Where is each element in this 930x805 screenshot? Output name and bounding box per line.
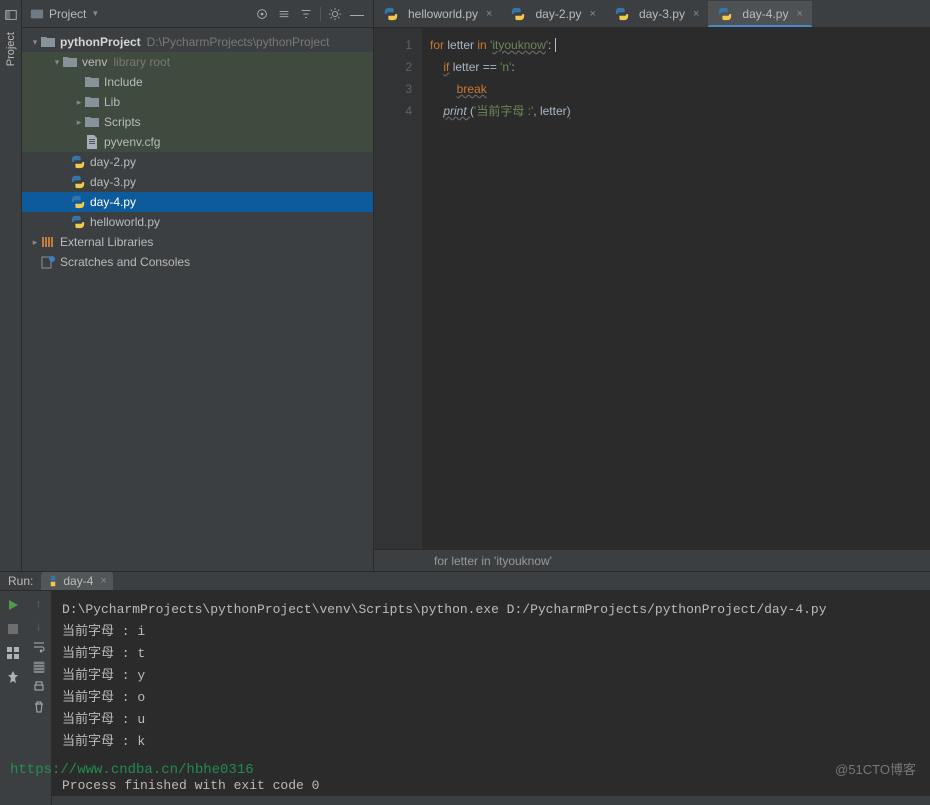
python-icon	[47, 575, 59, 587]
folder-icon	[62, 55, 78, 69]
trash-icon[interactable]	[33, 701, 45, 713]
editor-tab-bar: helloworld.py×day-2.py×day-3.py×day-4.py…	[374, 0, 930, 28]
editor-tab[interactable]: helloworld.py×	[374, 1, 501, 27]
run-config-tab[interactable]: day-4 ×	[41, 572, 112, 590]
pin-icon[interactable]	[5, 669, 21, 685]
tree-external-libs[interactable]: ▸ External Libraries	[22, 232, 373, 252]
python-file-icon	[717, 7, 733, 21]
close-icon[interactable]: ×	[100, 575, 106, 587]
editor-gutter: 1234	[374, 28, 422, 549]
left-tool-rail: Project	[0, 0, 22, 571]
watermark-right: @51CTO博客	[835, 759, 916, 778]
layout-icon[interactable]	[5, 645, 21, 661]
tree-file[interactable]: day-2.py	[22, 152, 373, 172]
close-icon[interactable]: ×	[796, 8, 802, 20]
breadcrumb-bar[interactable]: for letter in 'ityouknow'	[374, 549, 930, 571]
print-icon[interactable]	[33, 681, 45, 693]
project-tool-tab[interactable]: Project	[5, 26, 17, 72]
code-editor[interactable]: for letter in 'ityouknow': if letter == …	[422, 28, 930, 549]
python-file-icon	[70, 195, 86, 209]
python-file-icon	[383, 7, 399, 21]
scratches-icon	[40, 255, 56, 269]
project-panel: Project ▼ — ▾ pythonProject D:\PycharmPr…	[22, 0, 374, 571]
scroll-to-end-icon[interactable]	[33, 661, 45, 673]
tree-file[interactable]: helloworld.py	[22, 212, 373, 232]
editor-tab[interactable]: day-4.py×	[708, 1, 811, 27]
close-icon[interactable]: ×	[693, 8, 699, 20]
venv-hint: library root	[113, 55, 170, 69]
chevron-down-icon: ▼	[91, 9, 99, 18]
project-root-path: D:\PycharmProjects\pythonProject	[147, 35, 330, 49]
editor-area: helloworld.py×day-2.py×day-3.py×day-4.py…	[374, 0, 930, 571]
tree-project-root[interactable]: ▾ pythonProject D:\PycharmProjects\pytho…	[22, 32, 373, 52]
tree-item[interactable]: ▸ Scripts	[22, 112, 373, 132]
down-icon[interactable]: ↓	[36, 619, 42, 633]
python-file-icon	[510, 7, 526, 21]
tree-scratches[interactable]: Scratches and Consoles	[22, 252, 373, 272]
project-view-selector[interactable]: Project ▼	[30, 7, 99, 21]
up-icon[interactable]: ↑	[36, 597, 42, 611]
tree-file[interactable]: day-3.py	[22, 172, 373, 192]
folder-icon	[84, 95, 100, 109]
python-file-icon	[70, 175, 86, 189]
libraries-icon	[40, 235, 56, 249]
project-rail-icon	[4, 8, 18, 22]
editor-tab[interactable]: day-2.py×	[501, 1, 604, 27]
tree-item[interactable]: Include	[22, 72, 373, 92]
project-panel-header: Project ▼ —	[22, 0, 373, 28]
collapse-all-icon[interactable]	[298, 6, 314, 22]
project-view-label: Project	[49, 7, 86, 21]
project-tree[interactable]: ▾ pythonProject D:\PycharmProjects\pytho…	[22, 28, 373, 571]
tree-item[interactable]: ▸ Lib	[22, 92, 373, 112]
python-file-icon	[70, 155, 86, 169]
tree-item[interactable]: pyvenv.cfg	[22, 132, 373, 152]
python-file-icon	[614, 7, 630, 21]
project-icon	[30, 7, 44, 21]
close-icon[interactable]: ×	[486, 8, 492, 20]
soft-wrap-icon[interactable]	[33, 641, 45, 653]
expand-all-icon[interactable]	[276, 6, 292, 22]
watermark-left: https://www.cndba.cn/hbhe0316	[10, 762, 254, 778]
project-root-name: pythonProject	[60, 35, 141, 49]
run-header: Run: day-4 ×	[0, 572, 930, 591]
folder-icon	[84, 115, 100, 129]
folder-icon	[84, 75, 100, 89]
close-icon[interactable]: ×	[590, 8, 596, 20]
locate-icon[interactable]	[254, 6, 270, 22]
hide-panel-icon[interactable]: —	[349, 6, 365, 22]
venv-name: venv	[82, 55, 107, 69]
gear-icon[interactable]	[327, 6, 343, 22]
stop-icon[interactable]	[5, 621, 21, 637]
rerun-icon[interactable]	[5, 597, 21, 613]
run-label: Run:	[8, 574, 33, 588]
python-file-icon	[70, 215, 86, 229]
folder-icon	[40, 35, 56, 49]
tree-venv[interactable]: ▾ venv library root	[22, 52, 373, 72]
file-icon	[84, 135, 100, 149]
editor-tab[interactable]: day-3.py×	[605, 1, 708, 27]
tree-file[interactable]: day-4.py	[22, 192, 373, 212]
